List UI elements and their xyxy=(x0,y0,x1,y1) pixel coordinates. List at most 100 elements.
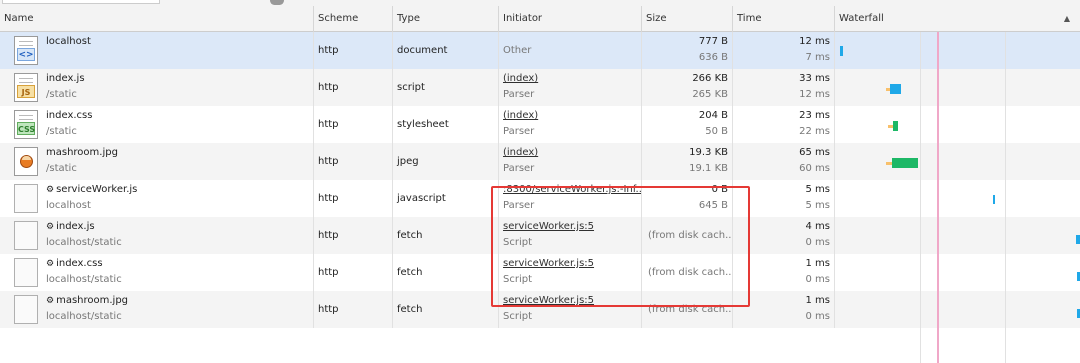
initiator-kind: Parser xyxy=(503,89,535,100)
request-name: index.js xyxy=(46,73,85,84)
request-size: 266 KB xyxy=(692,73,728,84)
request-path: /static xyxy=(46,89,77,100)
initiator-kind: Parser xyxy=(503,163,535,174)
request-name: mashroom.jpg xyxy=(46,147,118,158)
waterfall-bar[interactable] xyxy=(993,195,995,204)
latency-time: 0 ms xyxy=(805,274,831,285)
request-name: serviceWorker.js xyxy=(56,184,138,195)
waterfall-bar[interactable] xyxy=(1076,235,1080,244)
latency-time: 0 ms xyxy=(805,311,831,322)
request-path: localhost/static xyxy=(46,311,122,322)
table-row[interactable]: <> localhost http document Other 777 B 6… xyxy=(0,32,1080,69)
request-name: localhost xyxy=(46,36,91,47)
initiator-kind: Script xyxy=(503,311,533,322)
latency-time: 60 ms xyxy=(799,163,830,174)
latency-time: 5 ms xyxy=(805,200,831,211)
table-header: Name Scheme Type Initiator Size Time Wat… xyxy=(0,6,1080,32)
request-scheme: http xyxy=(314,106,393,143)
request-name: mashroom.jpg xyxy=(56,295,129,306)
request-time: 33 ms xyxy=(799,73,830,84)
request-type: fetch xyxy=(393,254,499,291)
request-size: 204 B xyxy=(698,110,728,121)
latency-time: 22 ms xyxy=(799,126,830,137)
request-scheme: http xyxy=(314,217,393,254)
request-type: script xyxy=(393,69,499,106)
gear-icon: ⚙ xyxy=(46,185,55,195)
initiator-link[interactable]: (index) xyxy=(503,109,538,123)
sort-ascending-icon[interactable]: ▲ xyxy=(1064,6,1070,32)
column-header-type[interactable]: Type xyxy=(393,6,499,32)
gear-icon: ⚙ xyxy=(46,259,55,269)
toolbar-toggle[interactable] xyxy=(270,0,284,5)
waterfall-gridline xyxy=(1005,32,1006,363)
request-path: localhost/static xyxy=(46,237,122,248)
request-type: fetch xyxy=(393,291,499,328)
request-scheme: http xyxy=(314,254,393,291)
column-header-time[interactable]: Time xyxy=(733,6,835,32)
request-type: fetch xyxy=(393,217,499,254)
request-time: 65 ms xyxy=(799,147,830,158)
filter-input[interactable] xyxy=(2,0,160,4)
request-size: 777 B xyxy=(698,36,728,47)
waterfall-gridline xyxy=(920,32,921,363)
resource-size: 50 B xyxy=(705,126,728,137)
request-time: 4 ms xyxy=(805,221,831,232)
gear-icon: ⚙ xyxy=(46,222,55,232)
request-path: /static xyxy=(46,163,77,174)
blank-file-icon xyxy=(14,221,38,250)
blank-file-icon xyxy=(14,258,38,287)
latency-time: 7 ms xyxy=(805,52,831,63)
highlight-box xyxy=(491,186,750,307)
load-event-line xyxy=(937,32,939,363)
column-header-name[interactable]: Name xyxy=(0,6,314,32)
image-file-icon xyxy=(14,147,38,176)
waterfall-bar[interactable] xyxy=(893,121,898,131)
blank-file-icon xyxy=(14,184,38,213)
request-scheme: http xyxy=(314,32,393,69)
request-scheme: http xyxy=(314,143,393,180)
css-file-icon: CSS xyxy=(14,110,38,139)
column-header-waterfall[interactable]: Waterfall ▲ xyxy=(835,6,1080,32)
request-type: document xyxy=(393,32,499,69)
request-time: 5 ms xyxy=(805,184,831,195)
request-name: index.css xyxy=(46,110,93,121)
initiator-link[interactable]: (index) xyxy=(503,72,538,86)
gear-icon: ⚙ xyxy=(46,296,55,306)
request-path: localhost/static xyxy=(46,274,122,285)
request-time: 1 ms xyxy=(805,295,831,306)
initiator-link[interactable]: (index) xyxy=(503,146,538,160)
request-type: jpeg xyxy=(393,143,499,180)
request-scheme: http xyxy=(314,180,393,217)
resource-size: 19.1 KB xyxy=(689,163,728,174)
blank-file-icon xyxy=(14,295,38,324)
request-size: 19.3 KB xyxy=(689,147,728,158)
column-header-scheme[interactable]: Scheme xyxy=(314,6,393,32)
request-time: 23 ms xyxy=(799,110,830,121)
html-file-icon: <> xyxy=(14,36,38,65)
request-path: /static xyxy=(46,126,77,137)
latency-time: 12 ms xyxy=(799,89,830,100)
table-row[interactable]: CSS index.css /static http stylesheet (i… xyxy=(0,106,1080,143)
resource-size: 636 B xyxy=(698,52,728,63)
js-file-icon: JS xyxy=(14,73,38,102)
request-type: stylesheet xyxy=(393,106,499,143)
latency-time: 0 ms xyxy=(805,237,831,248)
waterfall-bar[interactable] xyxy=(840,46,843,56)
table-row[interactable]: JS index.js /static http script (index) … xyxy=(0,69,1080,106)
table-row[interactable]: mashroom.jpg /static http jpeg (index) P… xyxy=(0,143,1080,180)
initiator-kind: Parser xyxy=(503,126,535,137)
request-name: index.css xyxy=(56,258,103,269)
column-header-size[interactable]: Size xyxy=(642,6,733,32)
request-name: index.js xyxy=(56,221,95,232)
request-initiator: Other xyxy=(499,32,642,69)
request-type: javascript xyxy=(393,180,499,217)
request-scheme: http xyxy=(314,69,393,106)
request-time: 12 ms xyxy=(799,36,830,47)
waterfall-bar[interactable] xyxy=(890,84,901,94)
request-scheme: http xyxy=(314,291,393,328)
request-path: localhost xyxy=(46,200,91,211)
waterfall-bar[interactable] xyxy=(892,158,918,168)
request-time: 1 ms xyxy=(805,258,831,269)
column-header-initiator[interactable]: Initiator xyxy=(499,6,642,32)
resource-size: 265 KB xyxy=(692,89,728,100)
